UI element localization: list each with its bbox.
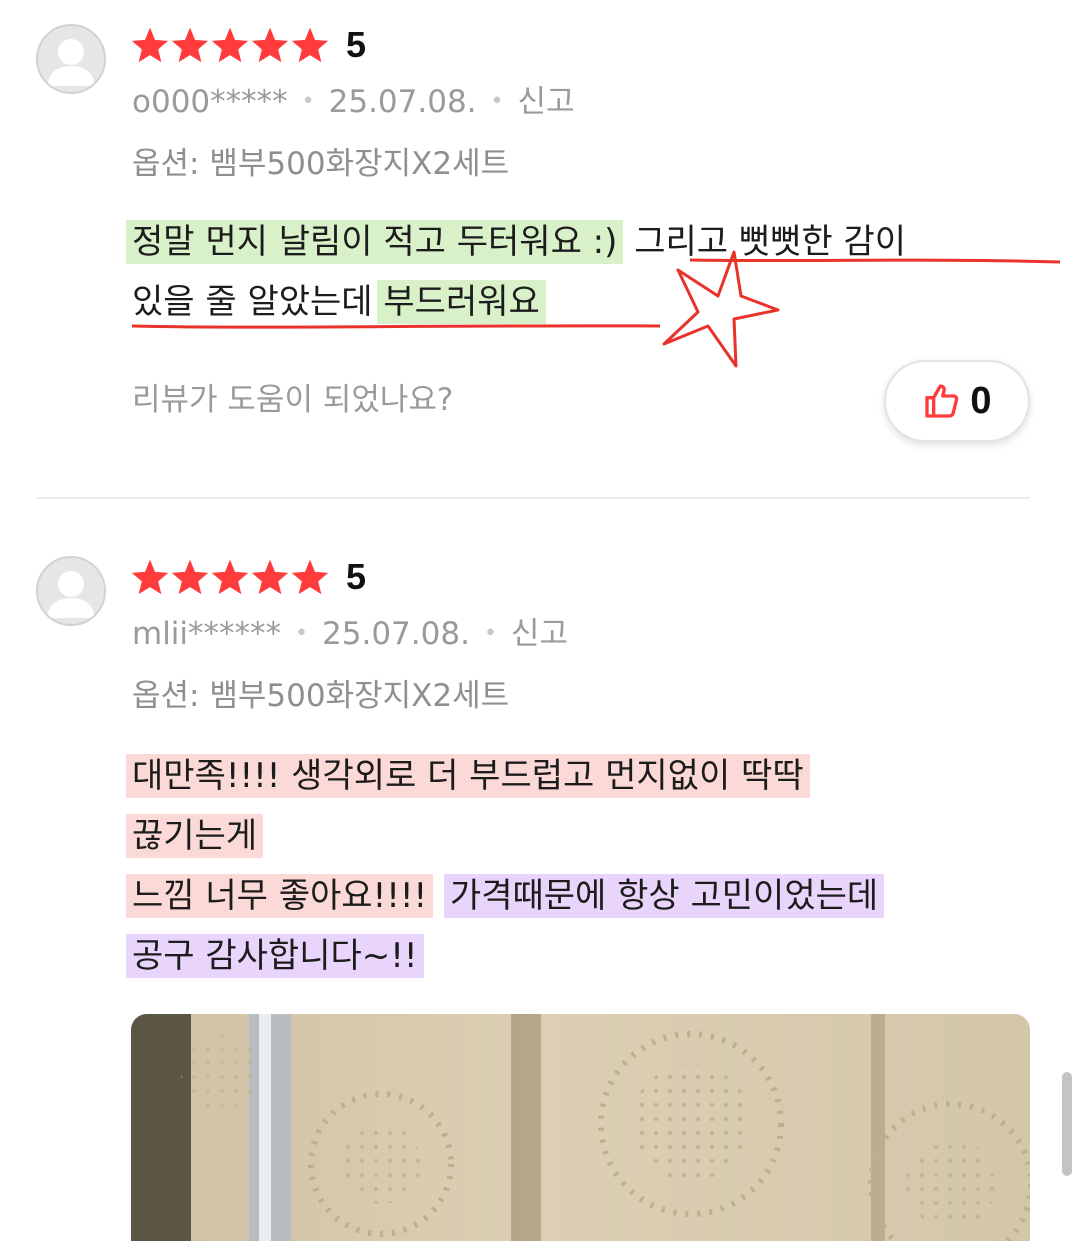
rating-value: 5	[346, 556, 367, 597]
review-meta: o000***** • 25.07.08. • 신고	[132, 82, 575, 122]
star-icon	[171, 27, 209, 63]
highlighted-text: 끊기는게	[126, 814, 264, 858]
review-content: 대만족!!!! 생각외로 더 부드럽고 먼지없이 딱딱 끊기는게 느낌 너무 좋…	[126, 746, 1032, 986]
separator-dot: •	[490, 89, 504, 114]
review-card: 5 mlii****** • 25.07.08. • 신고 옵션: 뱀부500화…	[0, 532, 1080, 1241]
separator-dot: •	[483, 621, 497, 646]
star-icon	[291, 559, 329, 595]
star-icon	[251, 27, 289, 63]
star-rating: 5	[130, 555, 366, 599]
scrollbar-thumb[interactable]	[1062, 1072, 1072, 1176]
star-icon	[131, 559, 169, 595]
separator-dot: •	[295, 621, 309, 646]
review-card: 5 o000***** • 25.07.08. • 신고 옵션: 뱀부500화장…	[0, 0, 1080, 500]
like-count: 0	[970, 379, 992, 422]
helpful-question: 리뷰가 도움이 되었나요?	[132, 382, 454, 418]
purchase-option: 옵션: 뱀부500화장지X2세트	[132, 146, 510, 182]
review-content-line: 끊기는게	[126, 806, 1032, 866]
highlighted-text: 가격때문에 항상 고민이었는데	[443, 874, 885, 918]
default-user-avatar-icon	[36, 24, 106, 94]
review-photo[interactable]	[131, 1014, 1030, 1241]
highlighted-text: 정말 먼지 날림이 적고 두터워요 :)	[126, 220, 624, 264]
like-button[interactable]: 0	[884, 360, 1030, 442]
review-content-line: 공구 감사합니다~!!	[126, 926, 1032, 986]
star-icon	[211, 27, 249, 63]
review-text: 그리고 뻣뻣한 감이	[623, 222, 907, 262]
review-list: 5 o000***** • 25.07.08. • 신고 옵션: 뱀부500화장…	[0, 0, 1080, 1241]
highlighted-text: 대만족!!!! 생각외로 더 부드럽고 먼지없이 딱딱	[126, 754, 810, 798]
paper-towel-photo-image	[131, 1014, 1030, 1241]
thumbs-up-icon	[925, 384, 959, 418]
star-icon	[251, 559, 289, 595]
purchase-option: 옵션: 뱀부500화장지X2세트	[132, 678, 510, 714]
review-content-line: 있을 줄 알았는데 부드러워요	[132, 272, 1032, 332]
report-link[interactable]: 신고	[518, 82, 575, 122]
review-date: 25.07.08.	[322, 616, 470, 652]
reviewer-username: mlii******	[132, 616, 282, 652]
highlighted-text: 부드러워요	[377, 280, 546, 324]
review-date: 25.07.08.	[328, 84, 477, 120]
review-text: 있을 줄 알았는데	[132, 282, 384, 322]
review-meta: mlii****** • 25.07.08. • 신고	[132, 614, 568, 654]
star-rating: 5	[130, 23, 366, 67]
highlighted-text: 느낌 너무 좋아요!!!!	[126, 874, 434, 918]
default-user-avatar-icon	[36, 556, 106, 626]
star-icon	[171, 559, 209, 595]
star-icon	[131, 27, 169, 63]
reviewer-username: o000*****	[132, 84, 288, 120]
highlighted-text: 공구 감사합니다~!!	[126, 934, 424, 978]
star-icon	[291, 27, 329, 63]
review-content-line: 정말 먼지 날림이 적고 두터워요 :) 그리고 뻣뻣한 감이	[126, 212, 1032, 272]
rating-value: 5	[346, 24, 367, 65]
review-content-line: 대만족!!!! 생각외로 더 부드럽고 먼지없이 딱딱	[126, 746, 1032, 806]
report-link[interactable]: 신고	[511, 614, 568, 654]
review-content: 정말 먼지 날림이 적고 두터워요 :) 그리고 뻣뻣한 감이 있을 줄 알았는…	[126, 212, 1032, 332]
review-divider	[36, 497, 1030, 499]
review-content-line: 느낌 너무 좋아요!!!! 가격때문에 항상 고민이었는데	[126, 866, 1032, 926]
separator-dot: •	[301, 89, 315, 114]
star-icon	[211, 559, 249, 595]
